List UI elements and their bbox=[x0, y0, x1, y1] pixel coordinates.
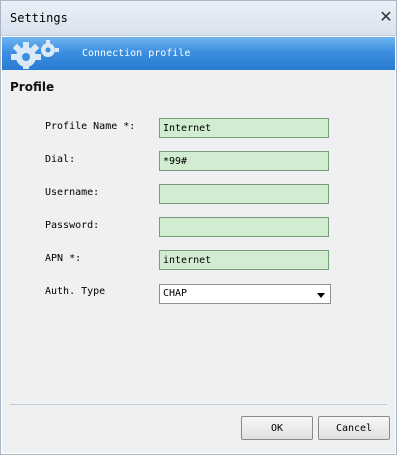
auth-type-select[interactable]: CHAP bbox=[159, 284, 331, 304]
chevron-down-icon bbox=[317, 293, 325, 298]
profile-panel: Profile Profile Name *: Dial: Username: … bbox=[2, 70, 395, 453]
dial-input[interactable] bbox=[159, 151, 329, 171]
dial-label: Dial: bbox=[45, 154, 76, 165]
ok-button[interactable]: OK bbox=[241, 416, 313, 440]
apn-label: APN *: bbox=[45, 253, 82, 264]
username-label: Username: bbox=[45, 187, 100, 198]
section-banner: Connection profile bbox=[2, 37, 395, 70]
profile-name-input[interactable] bbox=[159, 118, 329, 138]
title-bar: Settings ✕ bbox=[1, 1, 396, 36]
gear-icon bbox=[11, 40, 59, 69]
auth-type-value: CHAP bbox=[163, 288, 188, 299]
footer-divider bbox=[10, 404, 387, 405]
password-input[interactable] bbox=[159, 217, 329, 237]
profile-name-label: Profile Name *: bbox=[45, 121, 136, 132]
section-title: Profile bbox=[10, 80, 55, 94]
settings-dialog: Settings ✕ Connection profile Profile Pr… bbox=[0, 0, 397, 455]
password-label: Password: bbox=[45, 220, 100, 231]
username-input[interactable] bbox=[159, 184, 329, 204]
auth-type-label: Auth. Type bbox=[45, 286, 106, 297]
window-title: Settings bbox=[10, 11, 68, 25]
apn-input[interactable] bbox=[159, 250, 329, 270]
banner-title: Connection profile bbox=[82, 48, 191, 59]
close-icon[interactable]: ✕ bbox=[378, 8, 394, 26]
cancel-button[interactable]: Cancel bbox=[318, 416, 390, 440]
